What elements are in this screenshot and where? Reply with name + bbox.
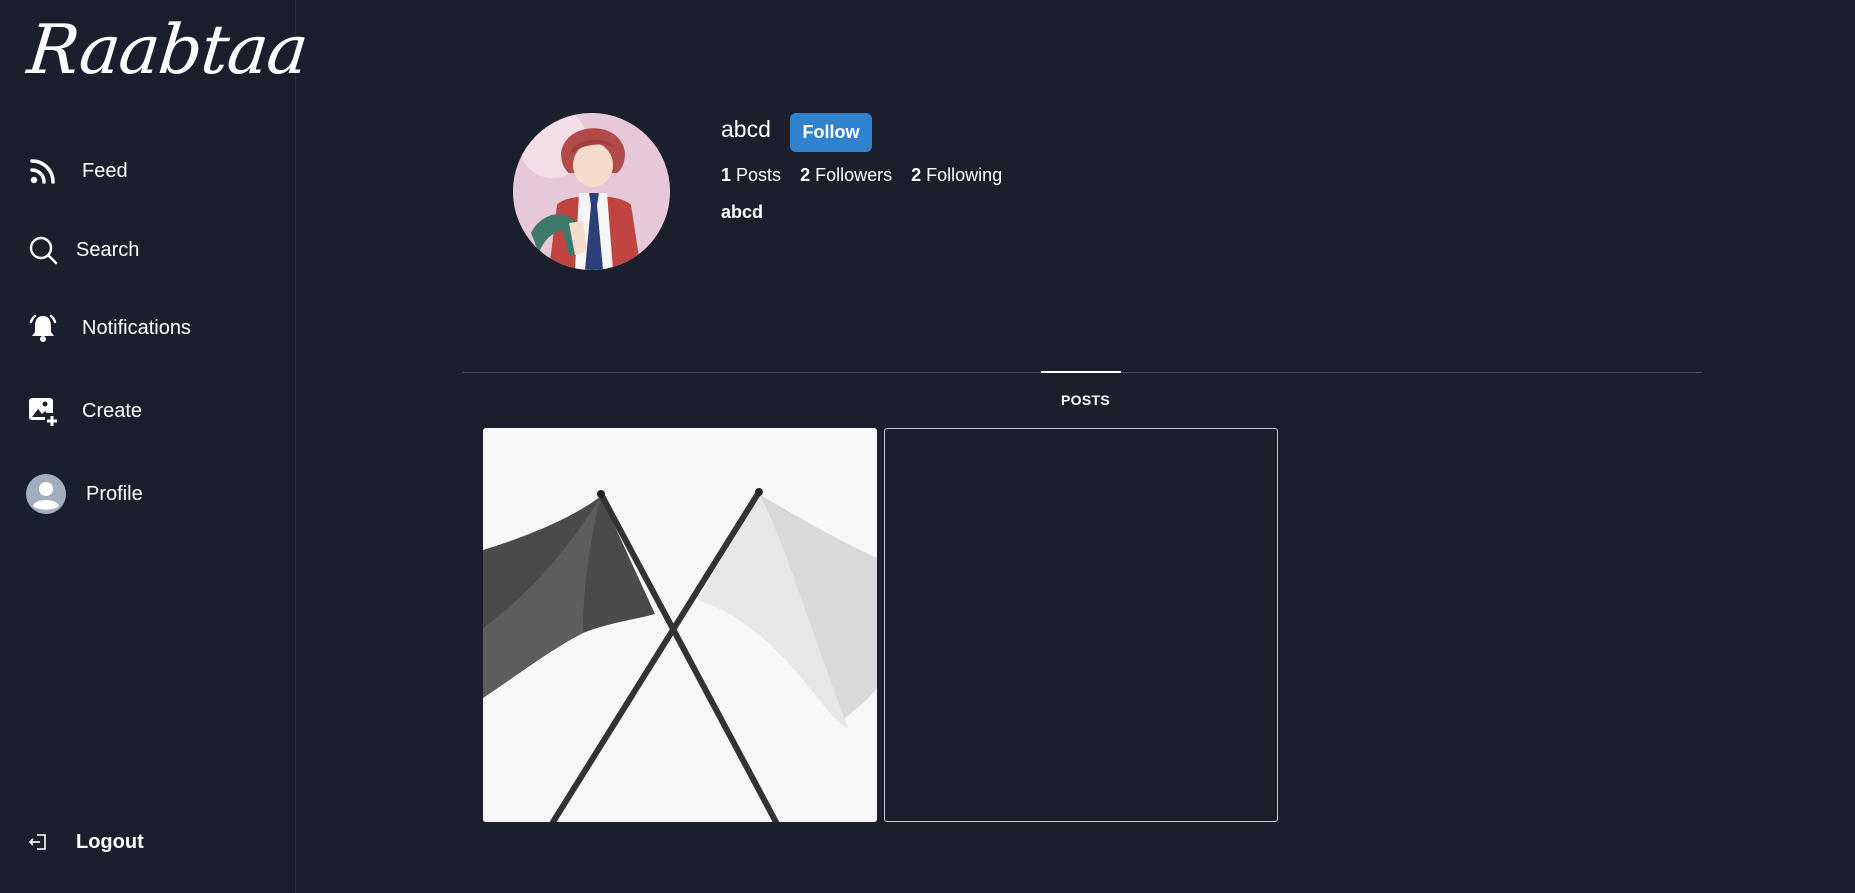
posts-stat[interactable]: 1 Posts [721,165,781,186]
bell-icon [26,311,60,345]
post-thumbnail[interactable] [483,428,877,822]
sidebar-item-notifications[interactable]: Notifications [26,303,191,353]
rss-icon [26,154,60,188]
sidebar-item-search[interactable]: Search [26,225,139,275]
posts-count: 1 [721,165,732,185]
sidebar: Raabtaa Feed Search Notifications Create… [0,0,311,893]
sidebar-item-label: Create [82,399,143,422]
sidebar-item-label: Notifications [82,316,191,339]
logout-label: Logout [76,830,144,853]
posts-label: Posts [736,165,782,185]
following-count: 2 [911,165,922,185]
sidebar-item-label: Feed [82,159,128,182]
logout-icon [28,832,48,852]
app-logo[interactable]: Raabtaa [24,11,311,90]
logout-button[interactable]: Logout [28,817,144,867]
profile-display-name: abcd [721,202,764,222]
sidebar-item-label: Search [76,238,140,261]
active-tab-indicator [1041,371,1121,373]
sidebar-item-create[interactable]: Create [26,386,142,436]
profile-avatar [513,113,670,270]
add-image-icon [26,394,60,428]
followers-stat[interactable]: 2 Followers [800,165,892,186]
following-stat[interactable]: 2 Following [911,165,1002,186]
flags-image [483,428,877,822]
followers-label: Followers [815,165,893,185]
profile-stats: 1 Posts 2 Followers 2 Following [721,165,1002,186]
sidebar-item-profile[interactable]: Profile [26,469,143,519]
following-label: Following [926,165,1003,185]
followers-count: 2 [800,165,811,185]
sidebar-item-label: Profile [86,482,143,505]
profile-username: abcd [721,116,771,142]
tab-posts[interactable]: POSTS [1061,392,1110,408]
sidebar-item-feed[interactable]: Feed [26,146,128,196]
post-thumbnail[interactable] [884,428,1278,822]
search-icon [26,233,60,267]
follow-button[interactable]: Follow [790,113,872,152]
avatar-icon [26,474,66,514]
